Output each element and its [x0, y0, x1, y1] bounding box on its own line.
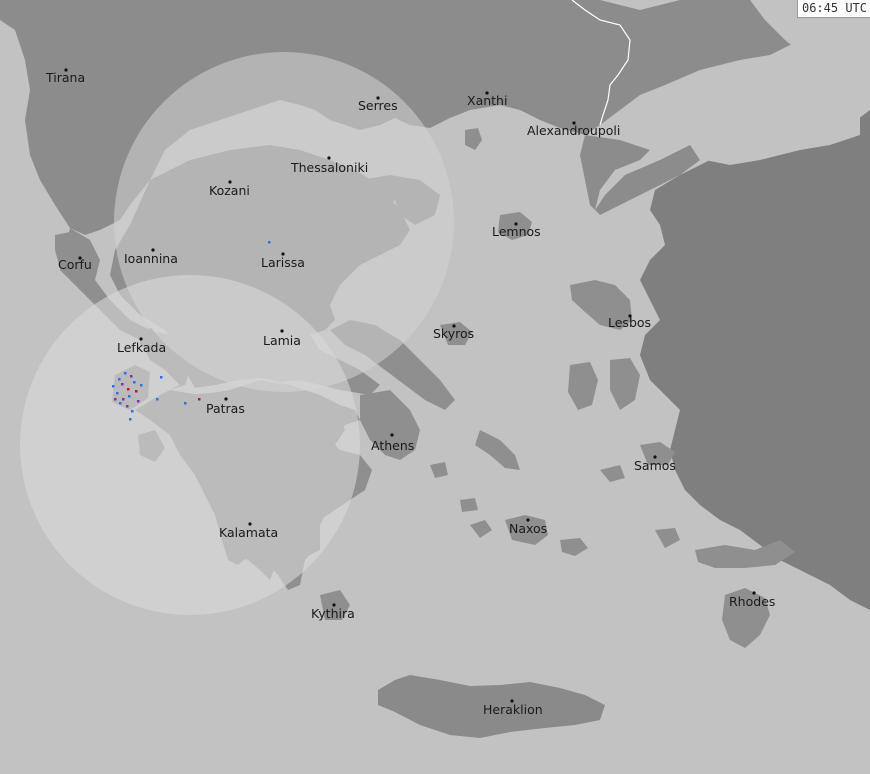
lightning-strike-mark	[130, 375, 133, 378]
city-label-corfu: Corfu	[58, 257, 92, 272]
city-label-lefkada: Lefkada	[117, 340, 166, 355]
lightning-strike-mark	[133, 381, 136, 384]
lightning-strike-mark	[122, 398, 125, 401]
city-label-serres: Serres	[358, 98, 398, 113]
lightning-map[interactable]: Tirana Serres Xanthi Alexandroupoli Thessalo…	[0, 0, 870, 774]
lightning-strike-mark	[131, 410, 134, 413]
lightning-strike-mark	[121, 383, 124, 386]
lightning-strike-mark	[124, 372, 127, 375]
city-label-tirana: Tirana	[45, 70, 85, 85]
city-label-samos: Samos	[634, 458, 676, 473]
city-label-lesbos: Lesbos	[608, 315, 651, 330]
timestamp-label: 06:45 UTC	[796, 0, 870, 18]
city-label-xanthi: Xanthi	[467, 93, 507, 108]
lightning-strike-mark	[114, 398, 117, 401]
lightning-strike-mark	[118, 378, 121, 381]
city-label-lamia: Lamia	[263, 333, 301, 348]
city-label-heraklion: Heraklion	[483, 702, 543, 717]
lightning-strike-mark	[184, 402, 187, 405]
radar-coverage-ionian	[20, 275, 360, 615]
city-label-thessaloniki: Thessaloniki	[290, 160, 368, 175]
city-label-patras: Patras	[206, 401, 245, 416]
city-label-athens: Athens	[371, 438, 414, 453]
lightning-strike-mark	[126, 405, 129, 408]
city-label-kalamata: Kalamata	[219, 525, 278, 540]
lightning-strike-mark	[137, 400, 140, 403]
lightning-strike-mark	[156, 398, 159, 401]
city-label-skyros: Skyros	[433, 326, 474, 341]
lightning-strike-mark	[135, 390, 138, 393]
city-dot-athens	[390, 433, 394, 437]
lightning-strike-mark	[128, 395, 131, 398]
city-label-kythira: Kythira	[311, 606, 355, 621]
city-label-rhodes: Rhodes	[729, 594, 775, 609]
lightning-strike-mark	[268, 241, 271, 244]
city-label-lemnos: Lemnos	[492, 224, 541, 239]
lightning-strike-mark	[129, 418, 132, 421]
lightning-strike-mark	[116, 392, 119, 395]
lightning-strike-mark	[198, 398, 201, 401]
map-canvas: Tirana Serres Xanthi Alexandroupoli Thessalo…	[0, 0, 870, 774]
lightning-strike-mark	[112, 385, 115, 388]
city-label-kozani: Kozani	[209, 183, 250, 198]
city-label-alexandroupoli: Alexandroupoli	[527, 123, 620, 138]
lightning-strike-mark	[160, 376, 163, 379]
city-label-ioannina: Ioannina	[124, 251, 178, 266]
lightning-strike-mark	[119, 402, 122, 405]
lightning-strike-mark	[127, 388, 130, 391]
city-label-naxos: Naxos	[509, 521, 547, 536]
city-label-larissa: Larissa	[261, 255, 305, 270]
lightning-strike-mark	[140, 384, 143, 387]
